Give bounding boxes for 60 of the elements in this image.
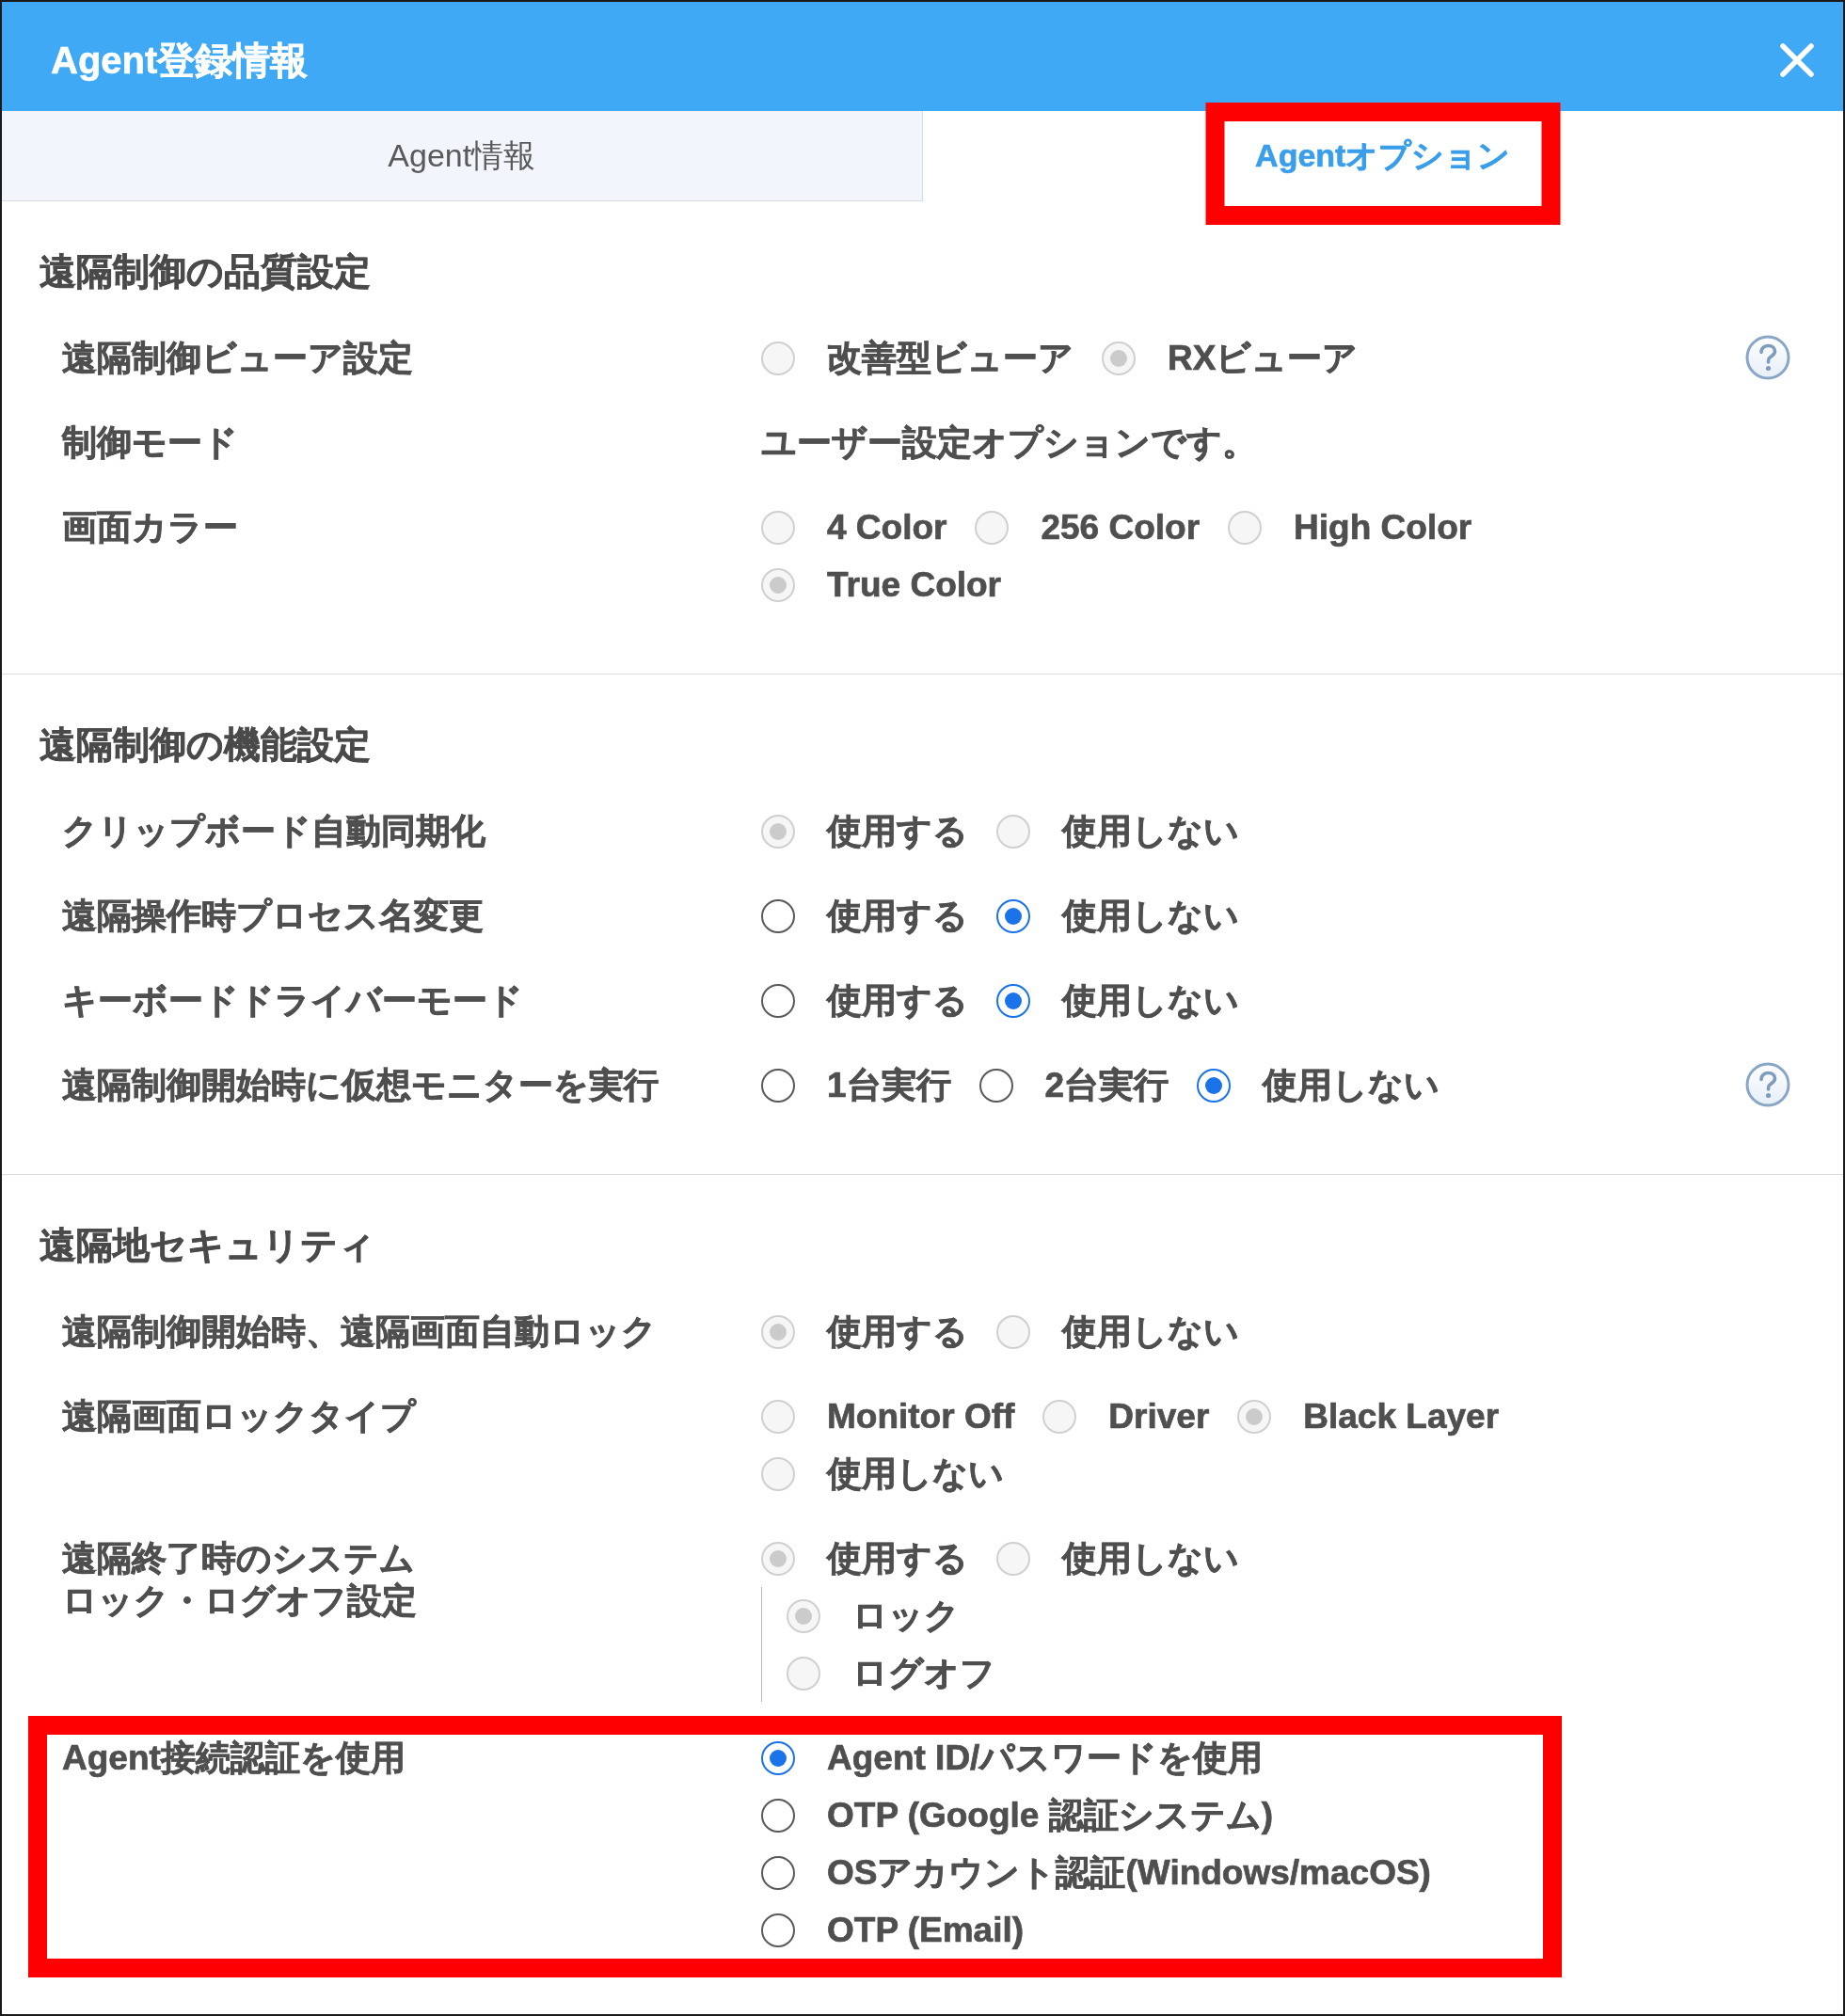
option-label: True Color xyxy=(827,564,1002,605)
option-label: RXビューア xyxy=(1168,337,1359,379)
tab[interactable]: Agent情報 xyxy=(2,111,923,201)
option-label: 4 Color xyxy=(827,507,947,548)
section-title: 遠隔制御の機能設定 xyxy=(40,723,371,767)
radio-button[interactable] xyxy=(761,1068,795,1103)
option-label: 使用しない xyxy=(1062,810,1239,852)
option-label: 使用する xyxy=(827,895,968,937)
option-label: Driver xyxy=(1108,1396,1210,1437)
option-label: OSアカウント認証(Windows/macOS) xyxy=(827,1851,1431,1894)
option-label: 使用する xyxy=(827,979,968,1022)
radio-button[interactable] xyxy=(996,983,1030,1018)
radio-button[interactable] xyxy=(1197,1068,1232,1103)
radio-button[interactable] xyxy=(996,898,1030,933)
option-label: Agent ID/パスワードを使用 xyxy=(827,1737,1264,1779)
radio-button[interactable] xyxy=(761,983,795,1018)
section-title: 遠隔地セキュリティ xyxy=(40,1224,375,1267)
setting-label: 画面カラー xyxy=(62,507,238,548)
option-label: 使用しない xyxy=(1062,1310,1239,1353)
option-label: 使用しない xyxy=(827,1452,1004,1495)
radio-button[interactable] xyxy=(761,1913,795,1947)
help-icon[interactable] xyxy=(1745,1062,1790,1107)
close-icon[interactable] xyxy=(1779,42,1815,78)
option-label: OTP (Google 認証システム) xyxy=(827,1794,1274,1836)
option-label: 使用する xyxy=(827,1537,968,1579)
radio-button[interactable] xyxy=(761,1798,795,1833)
setting-label: 遠隔制御ビューア設定 xyxy=(62,338,413,379)
option-label: 256 Color xyxy=(1041,507,1201,548)
setting-label: 遠隔操作時プロセス名変更 xyxy=(62,896,484,937)
setting-value: ユーザー設定オプションです。 xyxy=(761,423,1257,462)
option-label: 改善型ビューア xyxy=(827,337,1074,379)
radio-button[interactable] xyxy=(761,1740,795,1775)
option-label: 使用しない xyxy=(1062,1537,1239,1579)
option-label: High Color xyxy=(1294,507,1472,548)
setting-label: 遠隔制御開始時、遠隔画面自動ロック xyxy=(62,1311,657,1353)
option-label: 使用しない xyxy=(1062,979,1239,1022)
option-label: 2台実行 xyxy=(1044,1064,1169,1106)
radio-button[interactable] xyxy=(978,1068,1013,1103)
setting-label: 制御モード xyxy=(62,422,238,464)
setting-label: キーボードドライバーモード xyxy=(62,980,523,1022)
radio-button[interactable] xyxy=(761,1855,795,1890)
setting-label: ロック・ログオフ設定 xyxy=(62,1580,417,1622)
option-label: ログオフ xyxy=(852,1652,995,1694)
option-label: 使用する xyxy=(827,1310,968,1353)
option-label: Black Layer xyxy=(1303,1396,1500,1437)
setting-label: Agent接続認証を使用 xyxy=(62,1738,406,1779)
radio-button[interactable] xyxy=(761,898,795,933)
option-label: Monitor Off xyxy=(827,1396,1015,1437)
setting-label: 遠隔終了時のシステム xyxy=(62,1538,415,1579)
option-label: 使用しない xyxy=(1062,895,1239,937)
setting-label: 遠隔制御開始時に仮想モニターを実行 xyxy=(62,1065,659,1106)
option-label: ロック xyxy=(852,1595,960,1637)
option-label: 使用する xyxy=(827,810,968,852)
dialog-title: Agent登録情報 xyxy=(51,38,309,83)
option-label: 使用しない xyxy=(1263,1064,1440,1106)
option-label: OTP (Email) xyxy=(827,1910,1025,1950)
setting-label: 遠隔画面ロックタイプ xyxy=(62,1396,416,1437)
section-title: 遠隔制御の品質設定 xyxy=(40,250,371,294)
setting-label: クリップボード自動同期化 xyxy=(62,811,485,852)
option-label: 1台実行 xyxy=(827,1064,951,1106)
